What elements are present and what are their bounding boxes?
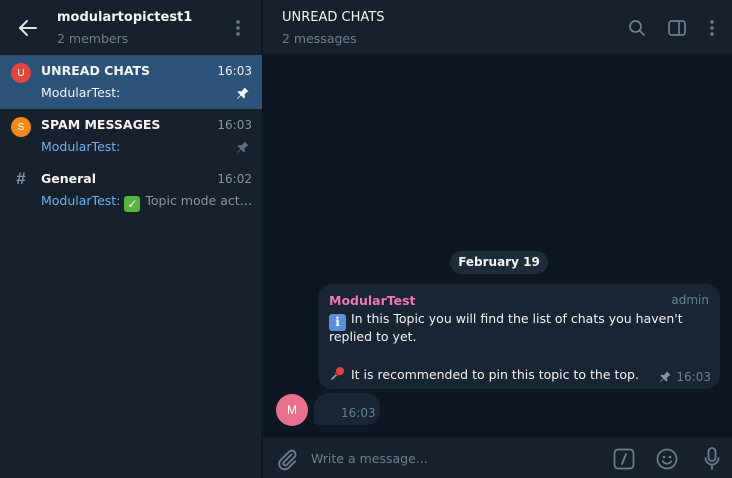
message-line: It is recommended to pin this topic to t… bbox=[329, 365, 639, 382]
message-bubble[interactable]: ModularTest admin i In this Topic you wil… bbox=[318, 284, 720, 389]
message-line: i In this Topic you will find the list of… bbox=[329, 311, 683, 331]
topic-last-sender: ModularTest: bbox=[41, 139, 121, 154]
topics-sidebar: modulartopictest1 2 members U UNREAD CHA… bbox=[0, 0, 262, 478]
pushpin-icon bbox=[331, 367, 344, 380]
back-arrow-icon[interactable] bbox=[14, 14, 42, 42]
admin-badge: admin bbox=[671, 293, 709, 307]
group-title: modulartopictest1 bbox=[57, 10, 193, 25]
paperclip-icon[interactable] bbox=[275, 447, 299, 471]
topic-preview-text: Topic mode acti… bbox=[145, 193, 253, 208]
message-sender-name[interactable]: ModularTest bbox=[329, 293, 416, 308]
topic-name: SPAM MESSAGES bbox=[41, 117, 161, 132]
pin-icon bbox=[237, 141, 249, 153]
avatar[interactable]: M bbox=[276, 394, 308, 426]
more-vertical-icon[interactable] bbox=[228, 15, 248, 41]
topic-time: 16:03 bbox=[217, 118, 252, 132]
message-text: replied to yet. bbox=[329, 329, 417, 344]
topic-time: 16:03 bbox=[217, 64, 252, 78]
check-mark-icon: ✓ bbox=[124, 196, 141, 212]
topic-last-sender: ModularTest: bbox=[41, 85, 121, 100]
topic-last-sender: ModularTest: bbox=[41, 193, 121, 208]
group-members-count: 2 members bbox=[57, 31, 129, 46]
topic-item-unread-chats[interactable]: U UNREAD CHATS 16:03 ModularTest: bbox=[0, 55, 262, 109]
topic-last-message: ModularTest: ✓ Topic mode acti… bbox=[41, 193, 253, 212]
message-time: 16:03 bbox=[341, 406, 376, 420]
topic-s-icon: S bbox=[11, 117, 31, 137]
message-bubble[interactable]: 16:03 bbox=[314, 393, 380, 425]
hashtag-icon: # bbox=[16, 169, 26, 188]
date-divider: February 19 bbox=[450, 251, 548, 274]
pinned-icon bbox=[659, 371, 671, 383]
topic-u-icon: U bbox=[11, 63, 31, 83]
message-text: In this Topic you will find the list of … bbox=[351, 311, 683, 326]
sidebar-toggle-icon[interactable] bbox=[665, 15, 689, 41]
topic-item-general[interactable]: # General 16:02 ModularTest: ✓ Topic mode… bbox=[0, 163, 262, 217]
microphone-icon[interactable] bbox=[699, 446, 725, 472]
topic-name: General bbox=[41, 171, 96, 186]
message-composer bbox=[263, 436, 732, 478]
more-vertical-icon[interactable] bbox=[700, 15, 724, 41]
sidebar-header: modulartopictest1 2 members bbox=[0, 0, 262, 54]
message-text: It is recommended to pin this topic to t… bbox=[351, 367, 639, 382]
topic-time: 16:02 bbox=[217, 172, 252, 186]
topic-name: UNREAD CHATS bbox=[41, 63, 151, 78]
message-time: 16:03 bbox=[676, 370, 711, 384]
pin-icon bbox=[237, 87, 249, 99]
chat-header: UNREAD CHATS 2 messages bbox=[263, 0, 732, 54]
bot-commands-icon[interactable] bbox=[611, 446, 637, 472]
emoji-icon[interactable] bbox=[654, 446, 680, 472]
topic-item-spam-messages[interactable]: S SPAM MESSAGES 16:03 ModularTest: bbox=[0, 109, 262, 163]
search-icon[interactable] bbox=[625, 15, 649, 41]
message-input[interactable] bbox=[311, 447, 601, 469]
chat-message-count: 2 messages bbox=[282, 31, 357, 46]
chat-title[interactable]: UNREAD CHATS bbox=[282, 10, 384, 25]
